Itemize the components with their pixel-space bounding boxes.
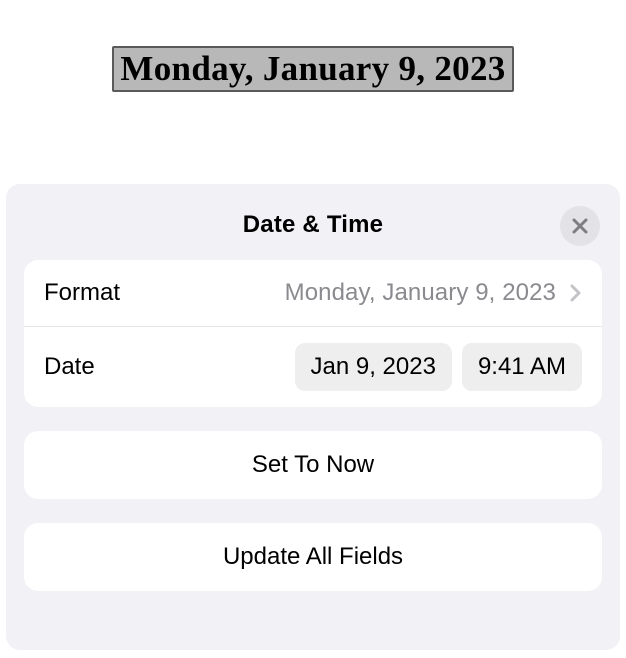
date-pills-container: Jan 9, 2023 9:41 AM [295, 343, 583, 391]
date-pill[interactable]: Jan 9, 2023 [295, 343, 452, 391]
format-value: Monday, January 9, 2023 [285, 279, 556, 307]
date-row: Date Jan 9, 2023 9:41 AM [24, 326, 602, 407]
date-label: Date [44, 353, 95, 381]
document-canvas: Monday, January 9, 2023 [0, 0, 626, 92]
format-value-container: Monday, January 9, 2023 [285, 279, 582, 307]
inserted-date-field[interactable]: Monday, January 9, 2023 [112, 46, 513, 92]
popover-title: Date & Time [243, 211, 383, 239]
update-all-fields-button[interactable]: Update All Fields [24, 523, 602, 591]
settings-group: Format Monday, January 9, 2023 Date Jan … [24, 260, 602, 407]
popover-header: Date & Time [24, 196, 602, 254]
chevron-right-icon [570, 283, 582, 303]
format-row[interactable]: Format Monday, January 9, 2023 [24, 260, 602, 326]
date-time-popover: Date & Time Format Monday, January 9, 20… [6, 184, 620, 650]
set-to-now-button[interactable]: Set To Now [24, 431, 602, 499]
close-icon [571, 217, 589, 235]
time-pill[interactable]: 9:41 AM [462, 343, 582, 391]
close-button[interactable] [560, 206, 600, 246]
format-label: Format [44, 279, 120, 307]
